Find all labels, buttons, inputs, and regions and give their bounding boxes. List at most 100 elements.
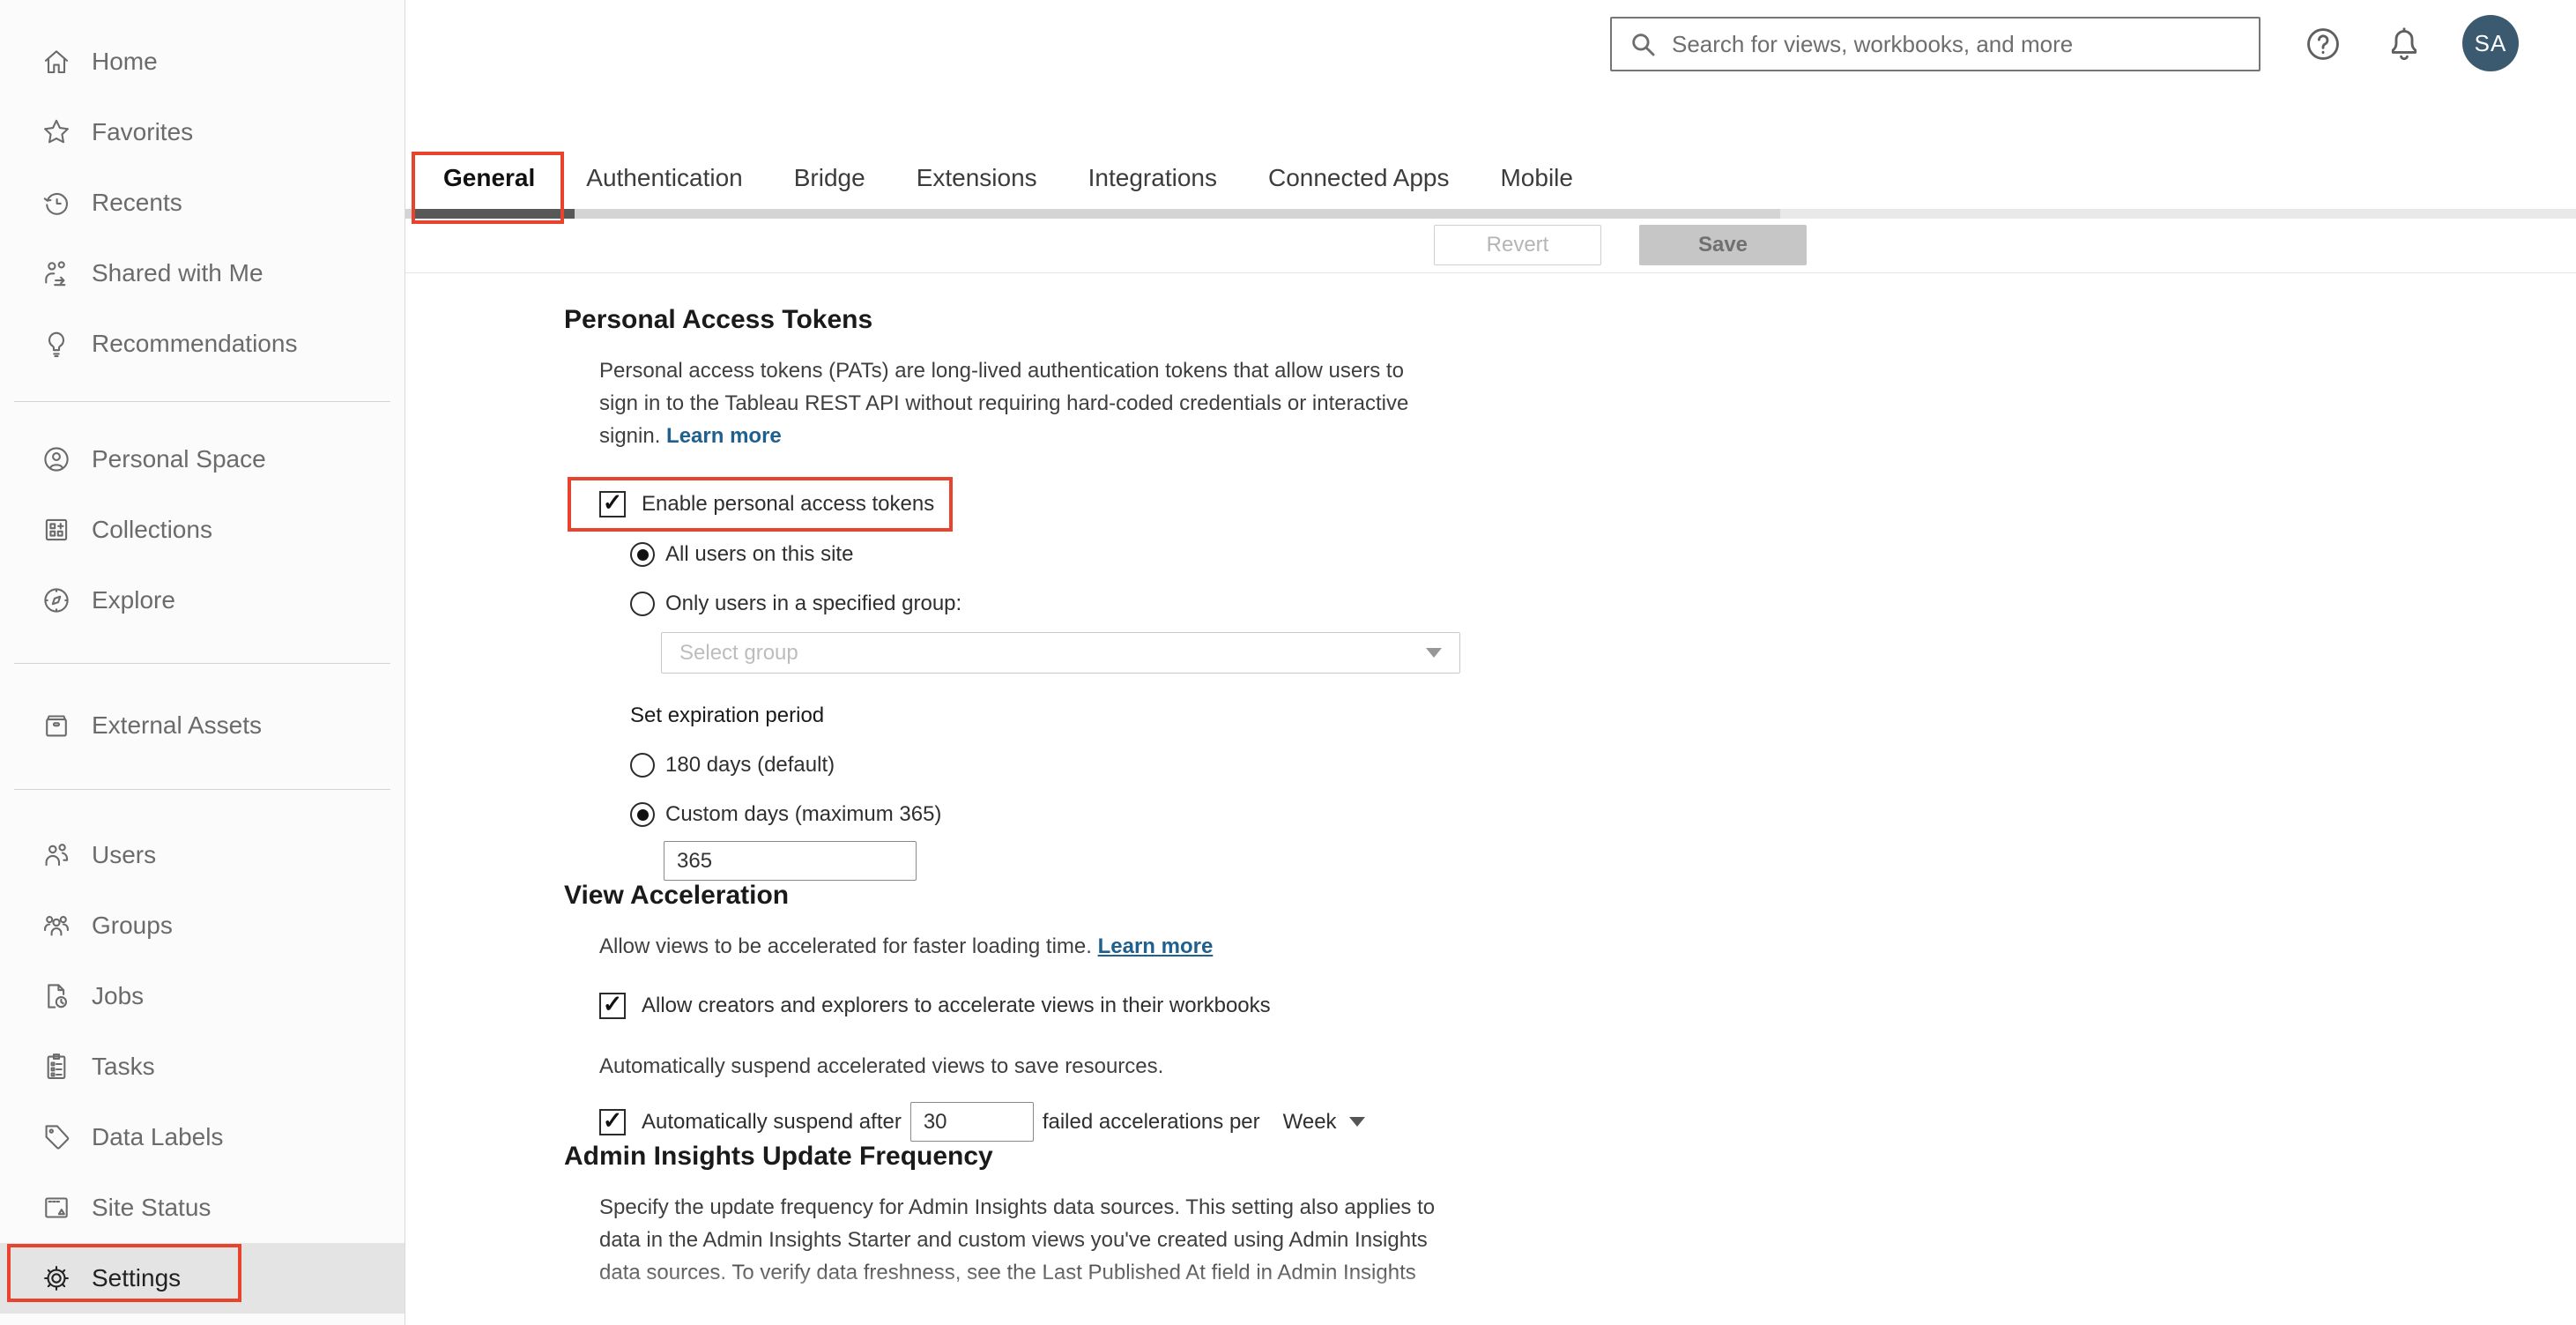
sidebar-item-shared-with-me[interactable]: Shared with Me <box>0 238 405 309</box>
sidebar-item-label: Recommendations <box>92 330 298 357</box>
specified-group-radio[interactable] <box>630 592 655 616</box>
sidebar-item-data-labels[interactable]: Data Labels <box>0 1102 405 1172</box>
pat-learn-more-link[interactable]: Learn more <box>666 424 782 448</box>
sidebar-item-label: Recents <box>92 189 182 216</box>
specified-group-label: Only users in a specified group: <box>665 592 962 615</box>
expiration-180-row: 180 days (default) <box>630 753 2576 778</box>
sidebar-item-label: Personal Space <box>92 445 266 473</box>
avatar[interactable]: SA <box>2462 15 2519 71</box>
custom-days-input[interactable] <box>664 841 917 881</box>
sidebar-item-users[interactable]: Users <box>0 820 405 890</box>
va-suspend-checkbox[interactable] <box>599 1108 626 1135</box>
va-description: Allow views to be accelerated for faster… <box>599 930 1436 963</box>
sidebar-item-home[interactable]: Home <box>0 26 405 97</box>
sidebar-item-collections[interactable]: Collections <box>0 495 405 565</box>
va-learn-more-link[interactable]: Learn more <box>1098 934 1214 958</box>
clipboard-icon <box>41 1051 72 1083</box>
sidebar-item-label: Data Labels <box>92 1123 224 1150</box>
sidebar-item-favorites[interactable]: Favorites <box>0 97 405 167</box>
period-value: Week <box>1282 1109 1337 1134</box>
tab-authentication[interactable]: Authentication <box>586 162 742 197</box>
group-select-placeholder: Select group <box>679 640 798 665</box>
enable-pat-label: Enable personal access tokens <box>642 492 935 516</box>
enable-pat-row: Enable personal access tokens <box>568 477 2576 532</box>
expiration-180-label: 180 days (default) <box>665 753 835 777</box>
sidebar-item-label: Tasks <box>92 1053 155 1080</box>
tab-label: General <box>443 163 536 191</box>
sidebar-item-tasks[interactable]: Tasks <box>0 1031 405 1102</box>
revert-button[interactable]: Revert <box>1434 225 1601 265</box>
sidebar-item-settings[interactable]: Settings <box>0 1243 405 1314</box>
sidebar-item-label: Jobs <box>92 982 145 1009</box>
settings-content: Personal Access Tokens Personal access t… <box>405 273 2576 1289</box>
shared-with-me-icon <box>41 257 72 289</box>
sidebar-item-label: Users <box>92 841 157 868</box>
users-icon <box>41 839 72 871</box>
pat-all-users-row: All users on this site <box>630 542 2576 567</box>
bell-icon <box>2391 27 2417 61</box>
tab-connected-apps[interactable]: Connected Apps <box>1268 162 1450 197</box>
search-input[interactable] <box>1670 29 2243 59</box>
gear-icon <box>41 1262 72 1294</box>
search-icon <box>1632 33 1655 56</box>
va-allow-label: Allow creators and explorers to accelera… <box>642 994 1271 1017</box>
tab-bridge[interactable]: Bridge <box>794 162 865 197</box>
compass-icon <box>41 584 72 616</box>
enable-pat-checkbox[interactable] <box>599 491 626 517</box>
sidebar-item-site-status[interactable]: Site Status <box>0 1172 405 1243</box>
sidebar: Home Favorites Recents Shared with Me Re… <box>0 0 405 1325</box>
save-button[interactable]: Save <box>1639 225 1807 265</box>
sidebar-item-jobs[interactable]: Jobs <box>0 961 405 1031</box>
pat-specified-group-row: Only users in a specified group: <box>630 592 2576 616</box>
admin-insights-description: Specify the update frequency for Admin I… <box>599 1195 1436 1284</box>
tab-extensions[interactable]: Extensions <box>917 162 1037 197</box>
sidebar-item-external-assets[interactable]: External Assets <box>0 690 405 761</box>
sidebar-item-recommendations[interactable]: Recommendations <box>0 309 405 379</box>
sidebar-item-label: Shared with Me <box>92 259 264 287</box>
sidebar-item-label: Collections <box>92 516 212 543</box>
main-panel: SA General Authentication Bridge Extensi… <box>405 0 2576 1325</box>
sidebar-separator <box>14 663 390 664</box>
actions-bar: Revert Save <box>405 209 2576 273</box>
va-suspend-note: Automatically suspend accelerated views … <box>599 1054 1164 1078</box>
va-allow-checkbox[interactable] <box>599 993 626 1019</box>
person-circle-icon <box>41 443 72 475</box>
sidebar-item-label: Explore <box>92 586 175 614</box>
sidebar-separator <box>14 789 390 790</box>
tab-mobile[interactable]: Mobile <box>1500 162 1572 197</box>
va-suspend-suffix: failed accelerations per <box>1042 1109 1260 1134</box>
site-status-icon <box>41 1192 72 1224</box>
tab-integrations[interactable]: Integrations <box>1088 162 1217 197</box>
chevron-down-icon <box>1348 1117 1365 1127</box>
expiration-custom-radio[interactable] <box>630 802 655 827</box>
group-select[interactable]: Select group <box>661 632 1460 674</box>
sidebar-item-label: Groups <box>92 912 173 939</box>
notifications-button[interactable] <box>2381 21 2427 67</box>
help-icon <box>2307 28 2339 60</box>
suspend-count-input[interactable] <box>909 1102 1034 1142</box>
period-dropdown[interactable]: Week <box>1283 1110 1365 1135</box>
recents-clock-icon <box>41 187 72 219</box>
star-icon <box>41 116 72 148</box>
lightbulb-icon <box>41 328 72 360</box>
sidebar-item-recents[interactable]: Recents <box>0 167 405 238</box>
sidebar-item-label: External Assets <box>92 711 262 739</box>
sidebar-item-personal-space[interactable]: Personal Space <box>0 424 405 495</box>
sidebar-item-explore[interactable]: Explore <box>0 565 405 636</box>
topbar: SA <box>405 0 2576 150</box>
chevron-down-icon <box>1426 648 1442 658</box>
archive-box-icon <box>41 710 72 741</box>
expiration-180-radio[interactable] <box>630 753 655 778</box>
va-suspend-row: Automatically suspend after failed accel… <box>599 1102 2576 1142</box>
help-button[interactable] <box>2300 21 2346 67</box>
all-users-radio[interactable] <box>630 542 655 567</box>
tag-icon <box>41 1121 72 1153</box>
sidebar-item-label: Settings <box>92 1264 182 1292</box>
va-allow-row: Allow creators and explorers to accelera… <box>599 993 2576 1019</box>
document-clock-icon <box>41 980 72 1012</box>
search-box[interactable] <box>1610 17 2260 71</box>
expiration-custom-label: Custom days (maximum 365) <box>665 802 942 826</box>
sidebar-item-groups[interactable]: Groups <box>0 890 405 961</box>
tab-general[interactable]: General <box>412 151 565 224</box>
settings-tabs: General Authentication Bridge Extensions… <box>405 150 2576 224</box>
